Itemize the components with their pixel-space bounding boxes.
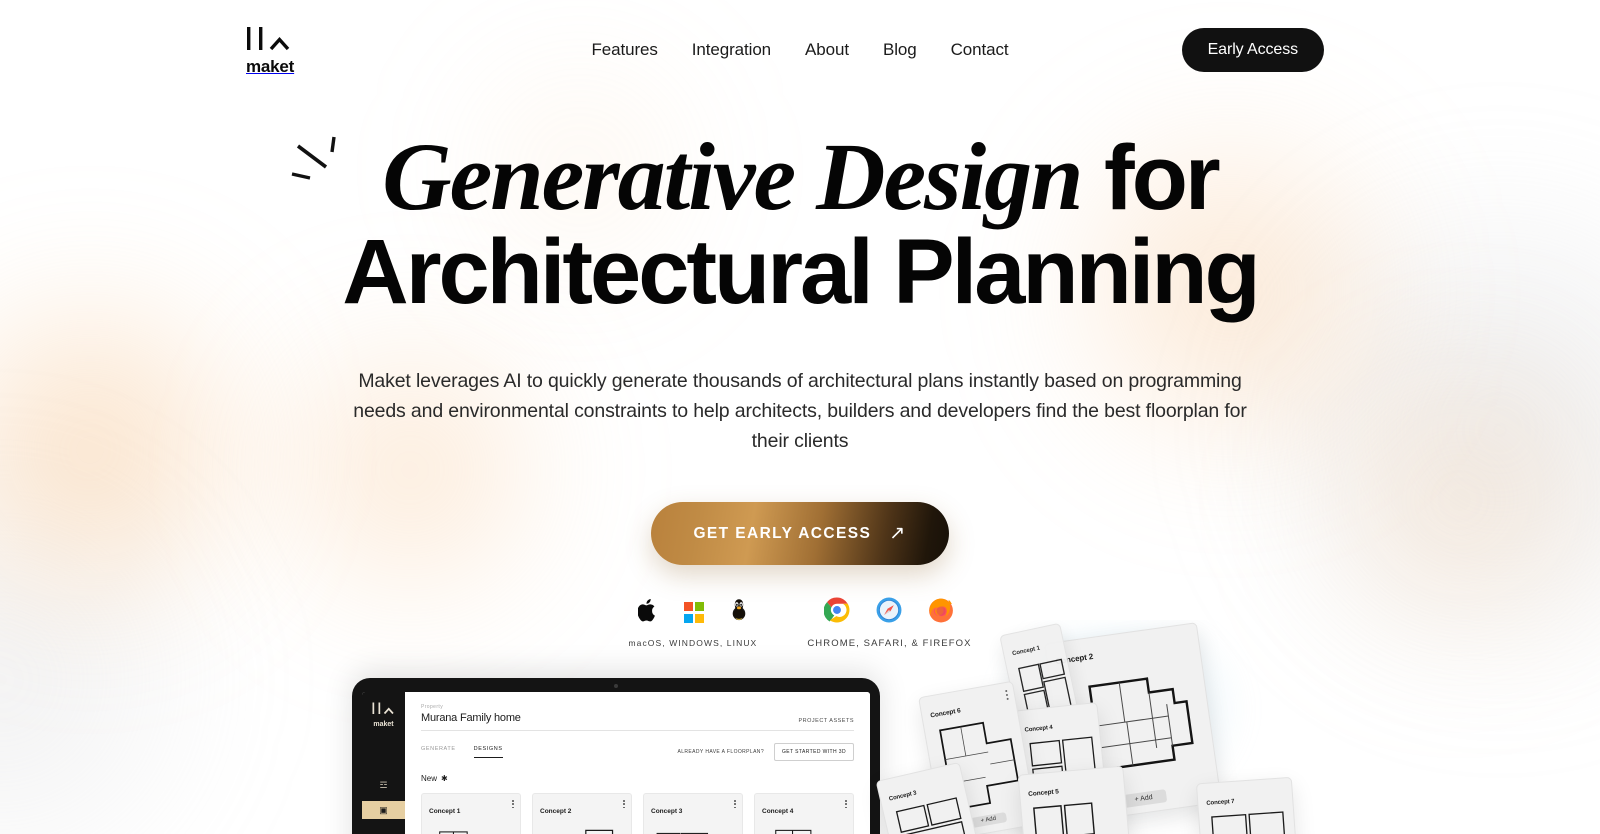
app-title-row: Murana Family home PROJECT ASSETS: [421, 712, 854, 731]
headline-rest-part: for: [1081, 127, 1221, 229]
product-showcase: maket ☲ ▣ Property Murana Family home PR…: [0, 620, 1600, 834]
site-header: maket Features Integration About Blog Co…: [0, 0, 1600, 100]
get-started-3d-button[interactable]: GET STARTED WITH 3D: [774, 743, 854, 761]
early-access-button[interactable]: Early Access: [1181, 28, 1324, 72]
floating-concept-card[interactable]: Concept 5 + Add: [1017, 765, 1135, 834]
linux-tux-icon: [730, 598, 748, 626]
floorplan-thumbnail: [585, 829, 614, 834]
browser-support-group: CHROME, SAFARI, & FIREFOX: [807, 597, 971, 649]
concept-card-title: Concept 2: [540, 808, 572, 815]
app-sidebar: maket ☲ ▣: [362, 692, 405, 834]
headline-italic-part: Generative Design: [382, 123, 1083, 230]
app-screen: maket ☲ ▣ Property Murana Family home PR…: [362, 692, 870, 834]
header-actions: Early Access: [1181, 28, 1552, 72]
hero-subheading: Maket leverages AI to quickly generate t…: [353, 369, 1247, 453]
floating-card-title: Concept 6: [929, 707, 962, 720]
os-icons: [636, 597, 749, 627]
floating-card-title: Concept 5: [1027, 788, 1060, 798]
concept-card[interactable]: Concept 1: [421, 793, 521, 834]
app-sidebar-wordmark: maket: [373, 721, 394, 728]
concept-card[interactable]: Concept 2: [532, 793, 632, 834]
platform-support-strip: macOS, WINDOWS, LINUX CHROME, SAFARI, & …: [0, 597, 1600, 649]
os-support-label: macOS, WINDOWS, LINUX: [628, 638, 758, 649]
page-title: Generative Design for Architectural Plan…: [342, 127, 1260, 323]
more-options-icon[interactable]: [1005, 689, 1009, 701]
new-label-text: New: [421, 774, 438, 783]
app-main-content: Property Murana Family home PROJECT ASSE…: [405, 692, 870, 834]
headline-line-2: Architectural Planning: [342, 220, 1260, 323]
floorplan-drawing: [1211, 811, 1286, 834]
floorplan-drawing: [895, 797, 968, 834]
floating-card-title: Concept 3: [888, 790, 918, 803]
firefox-icon: [928, 597, 954, 628]
concept-card[interactable]: Concept 4: [754, 793, 854, 834]
maket-roof-logo-icon: [246, 26, 294, 57]
sparkle-icon: [290, 134, 344, 184]
headline-wrapper: Generative Design for Architectural Plan…: [291, 127, 1261, 323]
nav-item-blog[interactable]: Blog: [883, 40, 917, 60]
arrow-up-right-icon: ↗: [889, 523, 907, 545]
floorplan-thumbnail: [656, 832, 709, 834]
floorplan-thumbnail: [775, 829, 812, 834]
floating-card-title: Concept 7: [1206, 798, 1235, 807]
app-project-title: Murana Family home: [421, 712, 521, 724]
browser-support-label: CHROME, SAFARI, & FIREFOX: [807, 638, 972, 650]
app-tab-row: GENERATE DESIGNS ALREADY HAVE A FLOORPLA…: [421, 743, 854, 761]
app-tabs: GENERATE DESIGNS: [421, 746, 503, 758]
sparkle-small-icon: ✱: [441, 774, 448, 783]
brand-logo[interactable]: maket: [246, 26, 406, 75]
nav-item-features[interactable]: Features: [592, 40, 658, 60]
more-options-icon[interactable]: [512, 800, 514, 809]
nav-item-about[interactable]: About: [805, 40, 849, 60]
hero-section: Generative Design for Architectural Plan…: [0, 100, 1600, 649]
floorplan-thumbnail: [439, 831, 468, 834]
floorplan-hint-text: ALREADY HAVE A FLOORPLAN?: [677, 749, 764, 755]
concept-card-title: Concept 3: [651, 808, 683, 815]
concept-card[interactable]: Concept 3: [643, 793, 743, 834]
floating-card-title: Concept 4: [1024, 724, 1053, 734]
windows-icon: [683, 602, 705, 623]
sidebar-item-people-icon[interactable]: ☲: [379, 780, 387, 791]
os-support-group: macOS, WINDOWS, LINUX: [628, 597, 757, 649]
page-root: maket Features Integration About Blog Co…: [0, 0, 1600, 834]
new-section-label: New ✱: [421, 774, 854, 783]
more-options-icon[interactable]: [845, 800, 847, 809]
safari-icon: [876, 597, 902, 628]
chrome-icon: [823, 597, 850, 628]
floorplan-drawing: [1033, 802, 1096, 834]
tab-generate[interactable]: GENERATE: [421, 746, 456, 758]
concept-card-title: Concept 1: [429, 808, 461, 815]
apple-icon: [636, 598, 658, 627]
cta-wrapper: GET EARLY ACCESS ↗: [0, 502, 1600, 566]
concept-card-title: Concept 4: [762, 808, 794, 815]
app-actions: ALREADY HAVE A FLOORPLAN? GET STARTED WI…: [677, 743, 854, 761]
tab-designs[interactable]: DESIGNS: [473, 746, 503, 758]
browser-icons: [823, 597, 954, 628]
more-options-icon[interactable]: [623, 800, 625, 809]
floating-concept-card[interactable]: Concept 7 + Add: [1195, 776, 1301, 834]
main-nav: Features Integration About Blog Contact: [592, 40, 1009, 60]
nav-item-contact[interactable]: Contact: [951, 40, 1009, 60]
brand-wordmark: maket: [246, 56, 295, 76]
cta-label: GET EARLY ACCESS: [693, 524, 872, 542]
laptop-device-mockup: maket ☲ ▣ Property Murana Family home PR…: [352, 678, 880, 834]
more-options-icon[interactable]: [734, 800, 736, 809]
sidebar-item-projects-active[interactable]: ▣: [362, 801, 405, 819]
project-assets-link[interactable]: PROJECT ASSETS: [799, 718, 855, 724]
get-early-access-button[interactable]: GET EARLY ACCESS ↗: [651, 502, 949, 566]
nav-item-integration[interactable]: Integration: [692, 40, 771, 60]
app-eyebrow-label: Property: [421, 704, 444, 710]
app-sidebar-logo-icon: [372, 702, 396, 720]
add-concept-button[interactable]: + Add: [1119, 789, 1168, 809]
laptop-camera-icon: [614, 684, 618, 688]
concept-card-grid: Concept 1 Concept 2 Concept 3 Concept 4: [421, 793, 854, 834]
